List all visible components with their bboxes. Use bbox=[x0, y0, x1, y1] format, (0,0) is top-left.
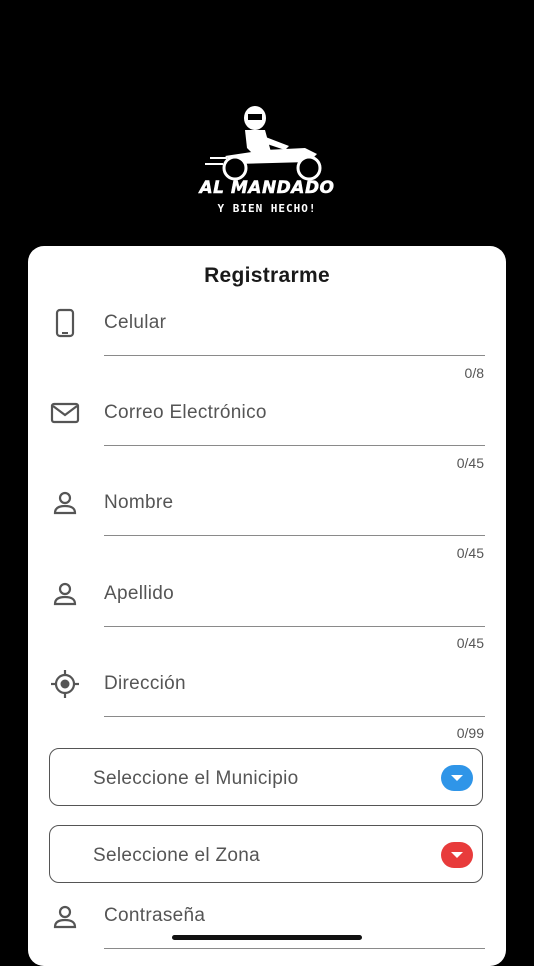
home-indicator bbox=[172, 935, 362, 940]
address-field[interactable]: Dirección 0/99 bbox=[0, 660, 534, 750]
email-underline bbox=[104, 445, 485, 446]
name-counter: 0/45 bbox=[456, 545, 484, 561]
phone-underline bbox=[104, 355, 485, 356]
zona-select[interactable]: Seleccione el Zona bbox=[49, 825, 483, 883]
email-counter: 0/45 bbox=[456, 455, 484, 471]
lastname-field[interactable]: Apellido 0/45 bbox=[0, 570, 534, 660]
password-field[interactable]: Contraseña bbox=[0, 895, 534, 950]
page-title: Registrarme bbox=[204, 264, 330, 287]
chevron-down-icon[interactable] bbox=[441, 765, 473, 791]
lastname-counter: 0/45 bbox=[456, 635, 484, 651]
chevron-down-icon[interactable] bbox=[441, 842, 473, 868]
mail-icon bbox=[50, 398, 80, 428]
password-underline bbox=[104, 948, 485, 949]
lastname-underline bbox=[104, 626, 485, 627]
tagline-text: Y BIEN HECHO! bbox=[217, 202, 317, 215]
name-label: Nombre bbox=[104, 492, 174, 513]
email-field[interactable]: Correo Electrónico 0/45 bbox=[0, 390, 534, 480]
person-icon bbox=[50, 488, 80, 518]
person-icon bbox=[50, 902, 80, 932]
app-logo: AL MANDADO Y BIEN HECHO! bbox=[187, 104, 347, 220]
zona-select-label: Seleccione el Zona bbox=[93, 845, 261, 866]
email-label: Correo Electrónico bbox=[104, 402, 267, 423]
phone-icon bbox=[50, 308, 80, 338]
name-field[interactable]: Nombre 0/45 bbox=[0, 480, 534, 570]
location-icon bbox=[50, 669, 80, 699]
phone-field[interactable]: Celular 0/8 bbox=[0, 300, 534, 390]
rider-icon bbox=[205, 106, 322, 181]
password-label: Contraseña bbox=[104, 905, 206, 926]
name-underline bbox=[104, 535, 485, 536]
municipio-select[interactable]: Seleccione el Municipio bbox=[49, 748, 483, 806]
phone-label: Celular bbox=[104, 312, 167, 333]
address-counter: 0/99 bbox=[456, 725, 484, 741]
phone-counter: 0/8 bbox=[464, 365, 484, 381]
lastname-label: Apellido bbox=[104, 583, 175, 604]
address-underline bbox=[104, 716, 485, 717]
address-label: Dirección bbox=[104, 673, 186, 694]
person-icon bbox=[50, 579, 80, 609]
municipio-select-label: Seleccione el Municipio bbox=[93, 768, 299, 789]
brand-text: AL MANDADO bbox=[199, 178, 335, 199]
